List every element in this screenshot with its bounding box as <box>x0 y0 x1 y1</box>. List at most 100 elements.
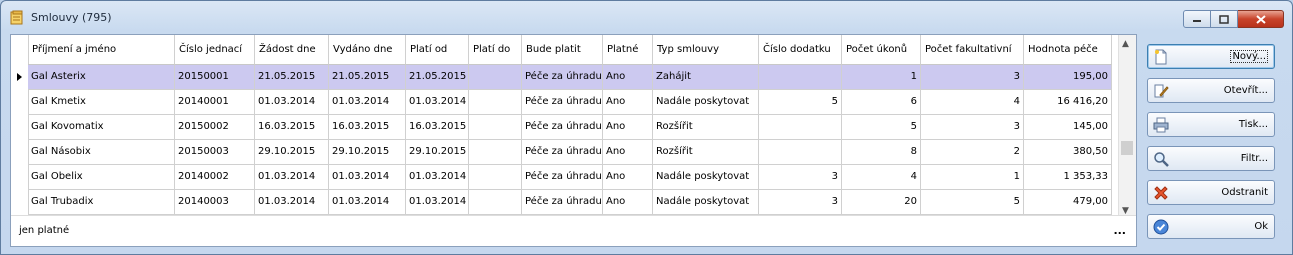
table-row[interactable]: Gal Násobix 20150003 29.10.2015 29.10.2015 2… <box>28 140 1112 165</box>
table-cell[interactable]: 20150001 <box>175 65 255 90</box>
table-cell[interactable]: 01.03.2014 <box>329 190 406 215</box>
table-cell[interactable]: Gal Kovomatix <box>28 115 175 140</box>
table-cell[interactable]: 2 <box>921 140 1024 165</box>
open-button[interactable]: Otevřít... <box>1147 78 1275 103</box>
column-header[interactable]: Vydáno dne <box>329 35 406 65</box>
table-cell[interactable] <box>759 65 842 90</box>
table-cell[interactable]: Ano <box>603 190 653 215</box>
table-cell[interactable]: 21.05.2015 <box>329 65 406 90</box>
title-bar[interactable]: Smlouvy (795) <box>1 1 1292 31</box>
table-cell[interactable]: Ano <box>603 115 653 140</box>
table-cell[interactable]: 195,00 <box>1024 65 1112 90</box>
table-cell[interactable]: 16 416,20 <box>1024 90 1112 115</box>
delete-button[interactable]: Odstranit <box>1147 180 1275 205</box>
table-cell[interactable]: 4 <box>921 90 1024 115</box>
table-cell[interactable]: Nadále poskytovat <box>653 190 759 215</box>
minimize-button[interactable] <box>1183 10 1211 28</box>
table-cell[interactable]: 01.03.2014 <box>406 190 469 215</box>
table-row[interactable]: Gal Kovomatix 20150002 16.03.2015 16.03.201… <box>28 115 1112 140</box>
column-header[interactable]: Počet úkonů <box>842 35 921 65</box>
column-header[interactable]: Příjmení a jméno <box>28 35 175 65</box>
table-cell[interactable]: 5 <box>759 90 842 115</box>
table-cell[interactable]: Péče za úhradu <box>522 165 603 190</box>
table-cell[interactable]: Zahájit <box>653 65 759 90</box>
table-cell[interactable]: 01.03.2014 <box>255 165 329 190</box>
table-cell[interactable]: Nadále poskytovat <box>653 90 759 115</box>
table-cell[interactable]: 01.03.2014 <box>406 165 469 190</box>
table-cell[interactable]: 21.05.2015 <box>255 65 329 90</box>
table-cell[interactable]: Gal Násobix <box>28 140 175 165</box>
print-button[interactable]: Tisk... <box>1147 112 1275 137</box>
table-cell[interactable]: 4 <box>842 165 921 190</box>
table-cell[interactable]: 380,50 <box>1024 140 1112 165</box>
table-cell[interactable]: Péče za úhradu <box>522 190 603 215</box>
table-cell[interactable]: Ano <box>603 140 653 165</box>
table-cell[interactable] <box>469 165 522 190</box>
table-cell[interactable]: 01.03.2014 <box>255 90 329 115</box>
table-cell[interactable]: Rozšířit <box>653 115 759 140</box>
column-header[interactable]: Číslo dodatku <box>759 35 842 65</box>
table-cell[interactable]: 16.03.2015 <box>255 115 329 140</box>
table-cell[interactable]: 20140001 <box>175 90 255 115</box>
table-cell[interactable]: Gal Obelix <box>28 165 175 190</box>
table-cell[interactable]: 20 <box>842 190 921 215</box>
row-selector-column[interactable] <box>11 35 29 218</box>
table-cell[interactable]: Nadále poskytovat <box>653 165 759 190</box>
table-row[interactable]: Gal Asterix 20150001 21.05.2015 21.05.2015 2… <box>28 65 1112 90</box>
scroll-up-icon[interactable]: ▲ <box>1122 39 1129 49</box>
table-cell[interactable]: 3 <box>759 190 842 215</box>
table-cell[interactable]: 8 <box>842 140 921 165</box>
table-cell[interactable]: 1 <box>842 65 921 90</box>
table-cell[interactable] <box>469 65 522 90</box>
table-cell[interactable] <box>469 190 522 215</box>
table-cell[interactable]: 145,00 <box>1024 115 1112 140</box>
table-cell[interactable]: 29.10.2015 <box>329 140 406 165</box>
column-header[interactable]: Platí do <box>469 35 522 65</box>
ok-button[interactable]: Ok <box>1147 214 1275 239</box>
table-cell[interactable]: 5 <box>842 115 921 140</box>
table-row[interactable]: Gal Trubadix 20140003 01.03.2014 01.03.2014… <box>28 190 1112 215</box>
table-cell[interactable] <box>759 140 842 165</box>
table-cell[interactable]: Péče za úhradu <box>522 65 603 90</box>
table-cell[interactable]: 16.03.2015 <box>406 115 469 140</box>
table-cell[interactable]: Péče za úhradu <box>522 90 603 115</box>
table-cell[interactable]: 01.03.2014 <box>329 165 406 190</box>
table-cell[interactable]: 3 <box>921 115 1024 140</box>
close-button[interactable] <box>1238 10 1284 28</box>
column-header[interactable]: Bude platit <box>522 35 603 65</box>
table-cell[interactable]: Péče za úhradu <box>522 115 603 140</box>
table-cell[interactable]: 3 <box>759 165 842 190</box>
column-header[interactable]: Žádost dne <box>255 35 329 65</box>
table-cell[interactable]: 5 <box>921 190 1024 215</box>
table-cell[interactable]: Rozšířit <box>653 140 759 165</box>
table-cell[interactable]: Gal Kmetix <box>28 90 175 115</box>
table-cell[interactable]: 01.03.2014 <box>329 90 406 115</box>
table-cell[interactable]: 1 353,33 <box>1024 165 1112 190</box>
new-button[interactable]: Nový... <box>1147 44 1275 69</box>
column-header[interactable]: Platí od <box>406 35 469 65</box>
table-cell[interactable]: 20150003 <box>175 140 255 165</box>
maximize-button[interactable] <box>1211 10 1238 28</box>
table-cell[interactable]: 16.03.2015 <box>329 115 406 140</box>
table-cell[interactable] <box>469 115 522 140</box>
table-cell[interactable]: 20150002 <box>175 115 255 140</box>
table-cell[interactable]: Péče za úhradu <box>522 140 603 165</box>
table-cell[interactable] <box>759 115 842 140</box>
table-cell[interactable]: Ano <box>603 65 653 90</box>
table-cell[interactable]: 29.10.2015 <box>255 140 329 165</box>
table-cell[interactable]: 20140003 <box>175 190 255 215</box>
table-cell[interactable]: 1 <box>921 165 1024 190</box>
table-row[interactable]: Gal Obelix 20140002 01.03.2014 01.03.2014 01… <box>28 165 1112 190</box>
column-header[interactable]: Číslo jednací <box>175 35 255 65</box>
table-cell[interactable] <box>469 90 522 115</box>
vertical-scrollbar[interactable]: ▲ ▼ <box>1118 35 1136 218</box>
table-cell[interactable] <box>469 140 522 165</box>
table-cell[interactable]: Gal Asterix <box>28 65 175 90</box>
table-cell[interactable]: 29.10.2015 <box>406 140 469 165</box>
column-header[interactable]: Platné <box>603 35 653 65</box>
footer-ellipsis[interactable]: ... <box>1113 224 1126 237</box>
table-cell[interactable]: 6 <box>842 90 921 115</box>
column-header[interactable]: Typ smlouvy <box>653 35 759 65</box>
table-cell[interactable]: 20140002 <box>175 165 255 190</box>
column-header[interactable]: Hodnota péče <box>1024 35 1112 65</box>
